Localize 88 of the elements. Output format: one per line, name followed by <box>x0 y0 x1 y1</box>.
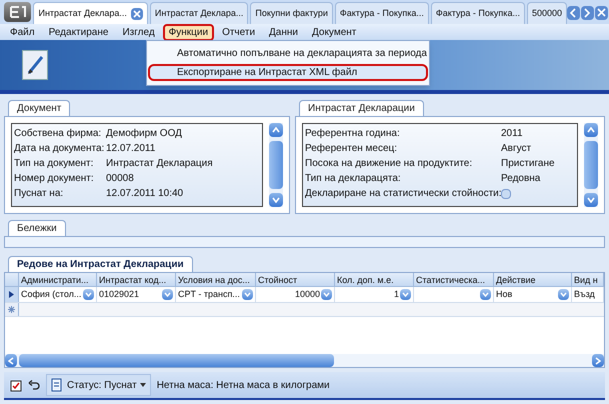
dropdown-icon[interactable] <box>400 289 411 300</box>
field-label: Номер документ: <box>14 172 95 186</box>
row-indicator-icon[interactable] <box>5 287 19 302</box>
table-cell: София (стол... <box>21 288 82 299</box>
field-value: 12.07.2011 10:40 <box>106 187 184 201</box>
dropdown-icon[interactable] <box>242 289 253 300</box>
status-message: Нетна маса: Нетна маса в килограми <box>156 378 330 392</box>
column-header[interactable]: Стойност <box>256 273 335 286</box>
menu-item[interactable]: Редактиране <box>42 24 114 40</box>
scroll-left-icon[interactable] <box>567 6 580 20</box>
dropdown-icon[interactable] <box>162 289 173 300</box>
field-label: Референтна година: <box>305 127 401 141</box>
table-cell: Възд <box>574 288 595 299</box>
document-tab[interactable]: Покупни фактури <box>250 2 333 24</box>
document-tab[interactable]: Фактура - Покупка... <box>430 2 525 24</box>
field-label: Референтен месец: <box>305 142 398 156</box>
table-cell: 01029021 <box>99 288 140 299</box>
menu-entry[interactable]: Автоматично попълване на декларацията за периода <box>148 45 428 62</box>
field-value: 12.07.2011 <box>106 142 156 156</box>
field-label: Посока на движение на продуктите: <box>305 157 474 171</box>
menu-item[interactable]: Данни <box>263 24 304 40</box>
table-cell: CPT - трансп... <box>178 288 240 299</box>
field-label: Тип на документ: <box>14 157 94 171</box>
scroll-down-icon[interactable] <box>584 193 598 207</box>
field-value: Пристигане <box>501 157 555 171</box>
field-value: 00008 <box>106 172 134 186</box>
column-header[interactable]: Действие <box>494 273 572 286</box>
menu-item[interactable]: Документ <box>306 24 362 40</box>
panel-tab[interactable]: Документ <box>8 100 70 116</box>
dropdown-icon[interactable] <box>83 289 94 300</box>
document-icon <box>51 378 64 392</box>
table-cell: 1 <box>394 288 399 299</box>
scroll-left-icon[interactable] <box>5 354 17 367</box>
scroll-thumb[interactable] <box>19 354 334 367</box>
table-cell: 10000 <box>294 288 320 299</box>
document-tab[interactable]: Интрастат Деклара... <box>150 2 248 24</box>
document-tab[interactable]: Интрастат Деклара... <box>33 2 148 24</box>
app-logo-icon[interactable] <box>4 2 32 22</box>
column-header[interactable]: Кол. доп. м.е. <box>335 273 414 286</box>
panel-tab[interactable]: Бележки <box>8 220 66 236</box>
field-value: Интрастат Декларация <box>106 157 213 171</box>
field-value: Демофирм ООД <box>106 127 182 141</box>
document-tab[interactable]: 500000 <box>526 2 567 24</box>
close-icon[interactable] <box>595 6 608 20</box>
undo-icon[interactable] <box>28 380 40 390</box>
dropdown-icon[interactable] <box>480 289 491 300</box>
scroll-right-icon[interactable] <box>581 6 594 20</box>
scroll-up-icon[interactable] <box>584 123 598 137</box>
caret-icon <box>140 383 146 387</box>
menu-entry[interactable]: Експортиране на Интрастат XML файл <box>148 64 428 81</box>
notes-area[interactable] <box>4 236 605 248</box>
dropdown-icon[interactable] <box>321 289 332 300</box>
field-value: Август <box>501 142 532 156</box>
column-header[interactable]: Вид н <box>572 273 604 286</box>
scrollbar[interactable] <box>584 123 598 207</box>
new-row-icon[interactable] <box>5 303 19 316</box>
column-header[interactable]: Интрастат код... <box>97 273 176 286</box>
menu-item[interactable]: Изглед <box>116 24 161 40</box>
field-label: Тип на декларацята: <box>305 172 402 186</box>
scroll-right-icon[interactable] <box>592 354 604 367</box>
field-label: Собствена фирма: <box>14 127 102 141</box>
scroll-thumb[interactable] <box>269 141 283 189</box>
field-label: Дата на документа: <box>14 142 106 156</box>
column-header[interactable]: Администрати... <box>19 273 97 286</box>
scroll-thumb[interactable] <box>584 141 598 189</box>
column-header[interactable]: Статистическа... <box>414 273 494 286</box>
scroll-down-icon[interactable] <box>269 193 283 207</box>
edit-document-icon <box>22 50 48 80</box>
menu-item[interactable]: Функции <box>162 24 214 40</box>
menu-item[interactable]: Отчети <box>216 24 262 40</box>
panel-tab[interactable]: Интрастат Декларации <box>299 100 424 116</box>
scroll-up-icon[interactable] <box>269 123 283 137</box>
table-cell: Нов <box>496 288 512 299</box>
menu-item[interactable]: Файл <box>4 24 41 40</box>
field-label: Пуснат на: <box>14 187 64 201</box>
column-header[interactable]: Условия на дос... <box>176 273 256 286</box>
checkbox[interactable] <box>501 188 511 198</box>
scrollbar[interactable] <box>269 123 283 207</box>
field-value: 2011 <box>501 127 523 141</box>
panel-tab[interactable]: Редове на Интрастат Декларации <box>8 256 193 272</box>
checklist-icon[interactable] <box>10 378 22 392</box>
document-tab[interactable]: Фактура - Покупка... <box>334 2 429 24</box>
close-icon[interactable] <box>130 8 143 20</box>
dropdown-icon[interactable] <box>558 289 569 300</box>
status-button[interactable]: Статус: Пуснат <box>46 374 151 396</box>
field-label: Деклариране на статистически стойности: <box>305 187 501 201</box>
field-value: Редовна <box>501 172 540 186</box>
horizontal-scrollbar[interactable] <box>5 354 604 367</box>
